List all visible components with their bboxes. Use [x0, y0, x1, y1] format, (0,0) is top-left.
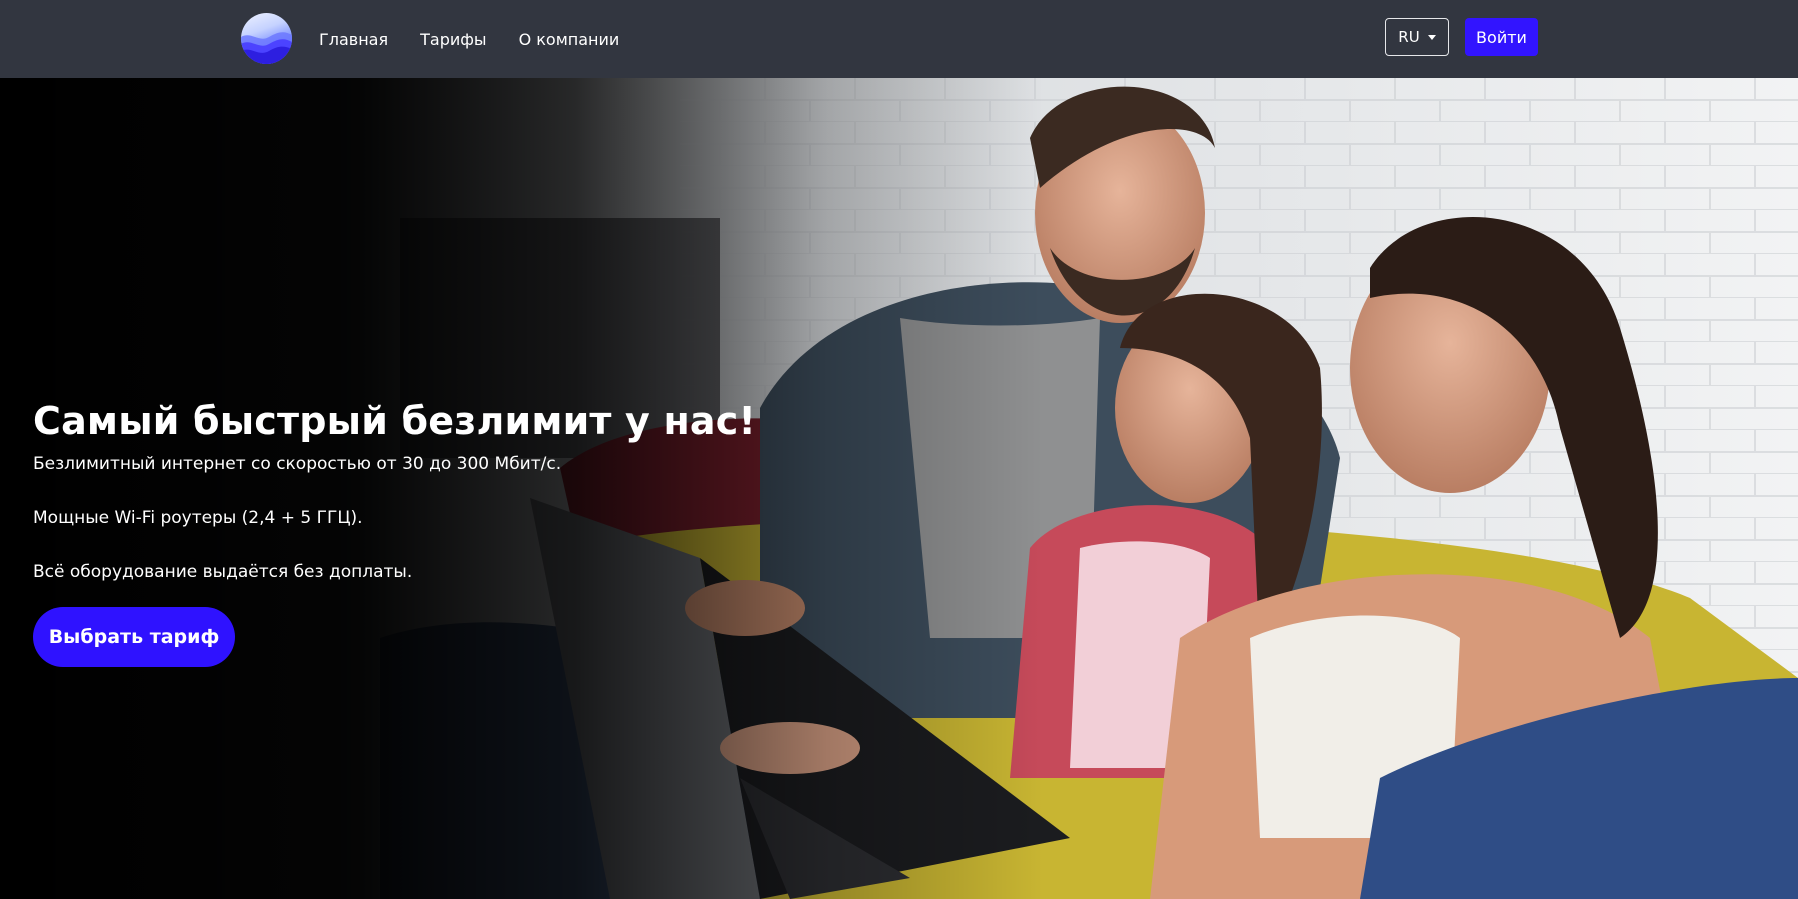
language-label: RU	[1398, 28, 1420, 46]
nav-link-tariffs[interactable]: Тарифы	[420, 30, 486, 49]
language-dropdown[interactable]: RU	[1385, 18, 1449, 56]
nav-link-home[interactable]: Главная	[319, 30, 388, 49]
main-nav: Главная Тарифы О компании	[319, 0, 651, 78]
globe-wave-icon[interactable]	[241, 13, 292, 64]
choose-tariff-button[interactable]: Выбрать тариф	[33, 607, 235, 667]
nav-link-about[interactable]: О компании	[519, 30, 620, 49]
hero-feature-equipment: Всё оборудование выдаётся без доплаты.	[33, 562, 413, 582]
hero-title: Самый быстрый безлимит у нас!	[33, 399, 757, 443]
hero-content: Самый быстрый безлимит у нас! Безлимитны…	[33, 399, 756, 667]
chevron-down-icon	[1427, 34, 1436, 40]
hero-feature-speed: Безлимитный интернет со скоростью от 30 …	[33, 454, 562, 474]
top-navbar: Главная Тарифы О компании RU Войти	[0, 0, 1798, 78]
login-button[interactable]: Войти	[1465, 18, 1538, 56]
hero-banner: Самый быстрый безлимит у нас! Безлимитны…	[0, 78, 1798, 899]
hero-feature-router: Мощные Wi-Fi роутеры (2,4 + 5 ГГЦ).	[33, 508, 363, 528]
